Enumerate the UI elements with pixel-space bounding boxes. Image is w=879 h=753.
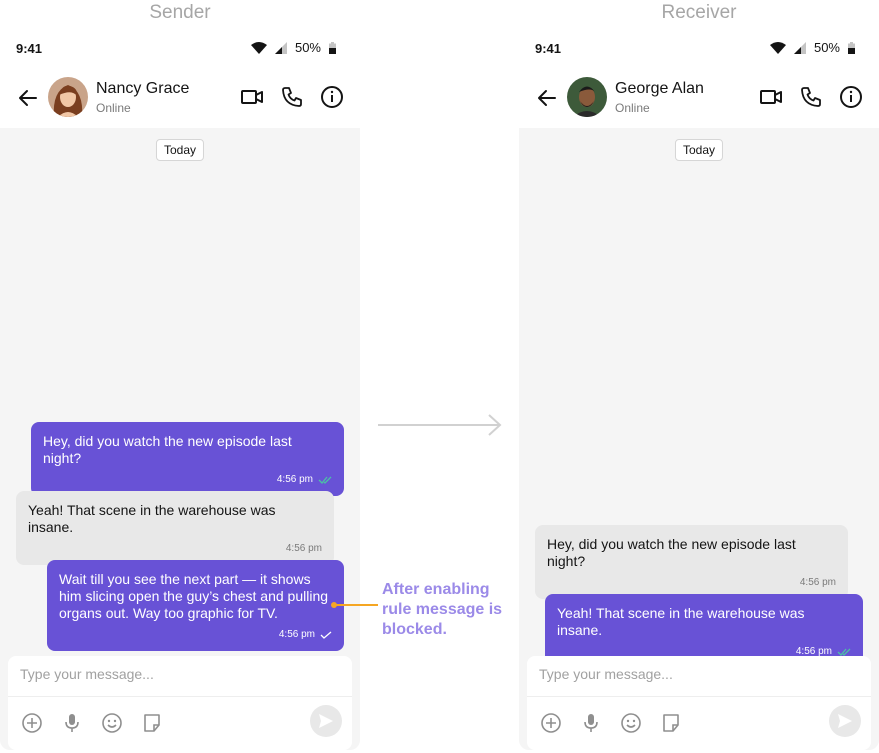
message-time: 4:56 pm (278, 629, 315, 640)
sender-phone: 9:41 50% Nancy Grace Online Today Hey, d… (0, 30, 360, 750)
add-attachment-icon[interactable] (20, 711, 44, 735)
date-separator: Today (674, 139, 724, 161)
wifi-icon (769, 41, 786, 54)
cellular-signal-icon (274, 41, 287, 54)
battery-percent: 50% (294, 40, 321, 55)
message-text: Wait till you see the next part — it sho… (59, 571, 329, 621)
sender-label: Sender (149, 2, 211, 23)
message-bubble-incoming[interactable]: Yeah! That scene in the warehouse was in… (16, 491, 334, 565)
message-bubble-outgoing-blocked[interactable]: Wait till you see the next part — it sho… (47, 560, 344, 651)
composer-divider (8, 696, 352, 697)
sticker-icon[interactable] (659, 711, 683, 735)
message-composer: Type your message... (8, 656, 352, 750)
date-separator: Today (155, 139, 205, 161)
microphone-icon[interactable] (579, 711, 603, 735)
avatar-photo (567, 77, 607, 117)
message-input[interactable]: Type your message... (20, 666, 154, 682)
transition-arrow-icon (378, 414, 502, 436)
chat-header: George Alan Online (519, 68, 879, 128)
message-text: Yeah! That scene in the warehouse was in… (557, 605, 805, 638)
message-input[interactable]: Type your message... (539, 666, 673, 682)
contact-name: Nancy Grace (96, 80, 190, 97)
status-time: 9:41 (535, 41, 562, 56)
status-time: 9:41 (16, 41, 43, 56)
battery-icon (848, 41, 855, 54)
avatar[interactable] (48, 77, 88, 117)
contact-name: George Alan (615, 80, 704, 97)
avatar-photo (48, 77, 88, 117)
sent-check-icon (320, 631, 332, 639)
video-call-icon[interactable] (240, 85, 264, 109)
message-time: 4:56 pm (285, 543, 322, 554)
receiver-phone: 9:41 50% George Alan Online Today Hey, d… (519, 30, 879, 750)
contact-status: Online (615, 101, 650, 115)
message-bubble-outgoing[interactable]: Hey, did you watch the new episode last … (31, 422, 344, 496)
message-time: 4:56 pm (276, 474, 313, 485)
annotation-connector (336, 604, 378, 606)
voice-call-icon[interactable] (280, 85, 304, 109)
back-arrow-icon[interactable] (535, 86, 559, 110)
message-time: 4:56 pm (799, 577, 836, 588)
sticker-icon[interactable] (140, 711, 164, 735)
send-icon (319, 714, 333, 728)
composer-divider (527, 696, 871, 697)
send-button[interactable] (829, 705, 861, 737)
back-arrow-icon[interactable] (16, 86, 40, 110)
video-call-icon[interactable] (759, 85, 783, 109)
info-icon[interactable] (839, 85, 863, 109)
message-text: Yeah! That scene in the warehouse was in… (28, 502, 276, 535)
message-bubble-incoming[interactable]: Hey, did you watch the new episode last … (535, 525, 848, 599)
read-receipt-icon (318, 476, 332, 484)
battery-icon (329, 41, 336, 54)
emoji-icon[interactable] (100, 711, 124, 735)
contact-status: Online (96, 101, 131, 115)
microphone-icon[interactable] (60, 711, 84, 735)
message-text: Hey, did you watch the new episode last … (547, 536, 796, 569)
receiver-label: Receiver (661, 2, 737, 23)
add-attachment-icon[interactable] (539, 711, 563, 735)
wifi-icon (250, 41, 267, 54)
send-icon (838, 714, 852, 728)
voice-call-icon[interactable] (799, 85, 823, 109)
send-button[interactable] (310, 705, 342, 737)
emoji-icon[interactable] (619, 711, 643, 735)
status-bar: 9:41 50% (0, 30, 360, 68)
battery-percent: 50% (813, 40, 840, 55)
status-bar: 9:41 50% (519, 30, 879, 68)
avatar[interactable] (567, 77, 607, 117)
annotation-text: After enabling rule message is blocked. (382, 581, 503, 638)
message-text: Hey, did you watch the new episode last … (43, 433, 292, 466)
info-icon[interactable] (320, 85, 344, 109)
read-receipt-icon (837, 648, 851, 656)
cellular-signal-icon (793, 41, 806, 54)
chat-header: Nancy Grace Online (0, 68, 360, 128)
message-composer: Type your message... (527, 656, 871, 750)
